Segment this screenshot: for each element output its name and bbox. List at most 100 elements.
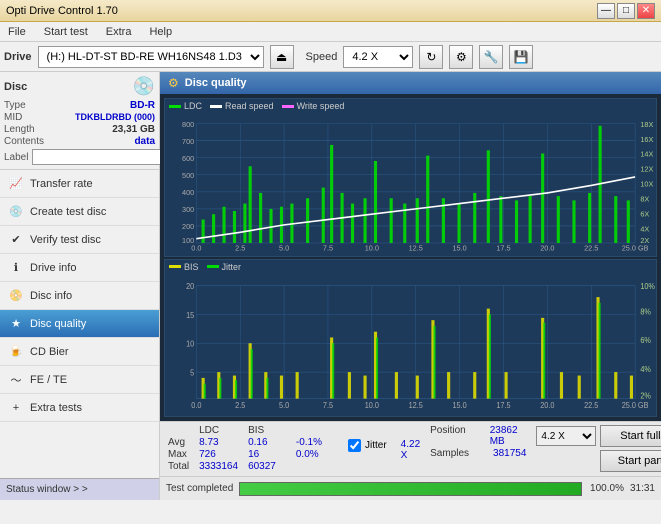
verify-test-disc-label: Verify test disc: [30, 234, 101, 246]
settings-button2[interactable]: 🔧: [479, 45, 503, 69]
svg-text:400: 400: [182, 188, 194, 197]
svg-text:2.5: 2.5: [235, 243, 245, 251]
avg-ldc: 8.73: [197, 437, 246, 449]
disc-quality-header: ⚙ Disc quality: [160, 72, 661, 94]
svg-text:15.0: 15.0: [452, 243, 466, 251]
svg-text:25.0 GB: 25.0 GB: [622, 400, 649, 409]
start-full-row: 4.2 X Start full: [536, 425, 661, 447]
menu-extra[interactable]: Extra: [102, 24, 136, 40]
menu-help[interactable]: Help: [145, 24, 176, 40]
drive-selector[interactable]: (H:) HL-DT-ST BD-RE WH16NS48 1.D3: [38, 46, 264, 68]
svg-text:16X: 16X: [640, 135, 653, 144]
menu-bar: File Start test Extra Help: [0, 22, 661, 42]
app-title: Opti Drive Control 1.70: [6, 5, 118, 17]
bis-legend-label: BIS: [184, 262, 199, 272]
disc-section-title: Disc: [4, 81, 27, 93]
sidebar-item-fe-te[interactable]: 〜 FE / TE: [0, 366, 159, 394]
quality-icon: ★: [8, 316, 24, 332]
label-label: Label: [4, 152, 28, 163]
beer-icon: 🍺: [8, 344, 24, 360]
jitter-section: Jitter: [348, 439, 387, 452]
svg-text:500: 500: [182, 171, 194, 180]
fe-te-label: FE / TE: [30, 374, 67, 386]
stats-right: Position 23862 MB Samples 381754 4.2 X: [430, 425, 661, 472]
save-button[interactable]: 💾: [509, 45, 533, 69]
disc-icon-area: 💿: [133, 76, 155, 97]
speed-avg-label: 4.22 X: [401, 439, 420, 461]
length-value: 23,31 GB: [112, 124, 155, 135]
minimize-button[interactable]: —: [597, 3, 615, 19]
svg-text:4X: 4X: [640, 224, 649, 233]
svg-text:7.5: 7.5: [323, 243, 333, 251]
type-value: BD-R: [130, 100, 155, 111]
transfer-rate-label: Transfer rate: [30, 178, 93, 190]
sidebar-item-create-test-disc[interactable]: 💿 Create test disc: [0, 198, 159, 226]
settings-button1[interactable]: ⚙: [449, 45, 473, 69]
status-window-button[interactable]: Status window > >: [0, 478, 159, 500]
write-speed-color-dot: [282, 105, 294, 108]
menu-file[interactable]: File: [4, 24, 30, 40]
svg-text:15.0: 15.0: [452, 400, 466, 409]
total-label: Total: [166, 461, 197, 473]
ldc-chart-svg: 800 700 600 500 400 300 200 100 18X 16X …: [165, 113, 656, 252]
disc-header: Disc 💿: [4, 76, 155, 97]
menu-start-test[interactable]: Start test: [40, 24, 92, 40]
svg-text:10X: 10X: [640, 179, 653, 188]
eject-button[interactable]: ⏏: [270, 45, 294, 69]
info-icon: ℹ: [8, 260, 24, 276]
svg-text:12X: 12X: [640, 165, 653, 174]
svg-text:7.5: 7.5: [323, 400, 333, 409]
progress-time: 31:31: [630, 483, 655, 494]
progress-bar-outer: [239, 482, 582, 496]
type-label: Type: [4, 100, 26, 111]
max-ldc: 726: [197, 449, 246, 461]
svg-text:4%: 4%: [640, 364, 651, 373]
legend-read-speed: Read speed: [210, 101, 274, 111]
disc-length-row: Length 23,31 GB: [4, 124, 155, 135]
sidebar-item-transfer-rate[interactable]: 📈 Transfer rate: [0, 170, 159, 198]
check-icon: ✔: [8, 232, 24, 248]
refresh-button[interactable]: ↻: [419, 45, 443, 69]
svg-text:700: 700: [182, 137, 194, 146]
maximize-button[interactable]: □: [617, 3, 635, 19]
svg-text:14X: 14X: [640, 150, 653, 159]
position-label: Position: [430, 425, 466, 447]
jitter-checkbox[interactable]: [348, 439, 361, 452]
svg-text:25.0 GB: 25.0 GB: [622, 243, 649, 251]
bis-color-dot: [169, 265, 181, 268]
sidebar-item-extra-tests[interactable]: + Extra tests: [0, 394, 159, 422]
label-input[interactable]: [32, 149, 168, 165]
svg-text:17.5: 17.5: [496, 400, 510, 409]
legend-write-speed: Write speed: [282, 101, 345, 111]
svg-text:20.0: 20.0: [540, 243, 554, 251]
sidebar-item-cd-bier[interactable]: 🍺 CD Bier: [0, 338, 159, 366]
sidebar-item-disc-quality[interactable]: ★ Disc quality: [0, 310, 159, 338]
disc-label-row: Label …: [4, 149, 155, 165]
read-speed-color-dot: [210, 105, 222, 108]
svg-text:6%: 6%: [640, 335, 651, 344]
sidebar-item-verify-test-disc[interactable]: ✔ Verify test disc: [0, 226, 159, 254]
ldc-chart: LDC Read speed Write speed: [164, 98, 657, 257]
svg-text:5.0: 5.0: [279, 243, 289, 251]
close-button[interactable]: ✕: [637, 3, 655, 19]
length-label: Length: [4, 124, 35, 135]
sidebar-item-disc-info[interactable]: 📀 Disc info: [0, 282, 159, 310]
read-speed-legend-label: Read speed: [225, 101, 274, 111]
max-bis: 16: [246, 449, 284, 461]
speed-selector[interactable]: 4.2 X: [343, 46, 413, 68]
start-part-button[interactable]: Start part: [600, 450, 661, 472]
graph-icon: 📈: [8, 176, 24, 192]
extra-icon: +: [8, 400, 24, 416]
mid-label: MID: [4, 112, 22, 123]
speed-dropdown[interactable]: 4.2 X: [536, 426, 596, 446]
stats-table: LDC BIS Avg 8.73 0.16 -0.1% Max 7: [166, 425, 330, 473]
sidebar-item-drive-info[interactable]: ℹ Drive info: [0, 254, 159, 282]
create-test-disc-label: Create test disc: [30, 206, 106, 218]
svg-text:10: 10: [186, 339, 194, 348]
legend-ldc: LDC: [169, 101, 202, 111]
svg-text:5: 5: [190, 368, 194, 377]
svg-text:300: 300: [182, 205, 194, 214]
start-full-button[interactable]: Start full: [600, 425, 661, 447]
svg-text:200: 200: [182, 222, 194, 231]
svg-text:20.0: 20.0: [540, 400, 554, 409]
